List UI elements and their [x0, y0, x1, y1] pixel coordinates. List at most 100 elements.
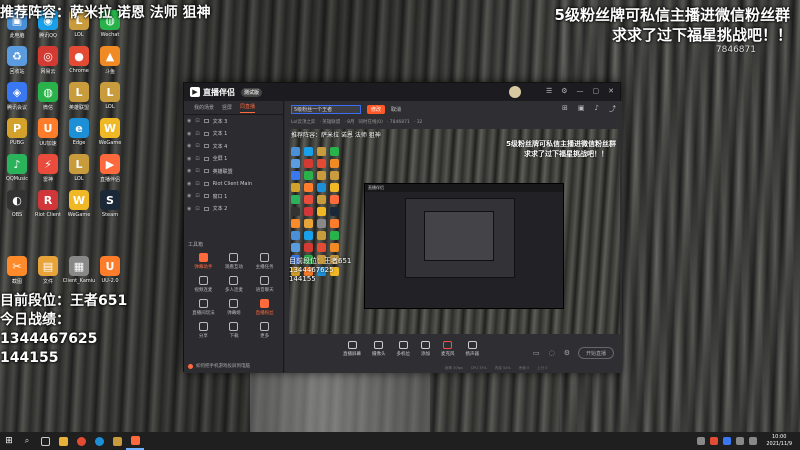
start-live-button[interactable]: 开始直播 [578, 347, 614, 359]
scene-item[interactable]: ◉ ⊡ Riot Client Main [184, 178, 283, 191]
desktop-icon[interactable]: P PUBG [2, 118, 32, 154]
scene-item[interactable]: ◉ ⊡ 英雄联盟 [184, 165, 283, 178]
desktop-icon[interactable]: ♻ 回收站 [2, 46, 32, 82]
control-button[interactable]: 直播屏幕 [343, 341, 361, 357]
desktop-icon[interactable]: ▦ Client_Kamiu [63, 256, 95, 292]
lock-icon[interactable]: ⊡ [195, 181, 199, 187]
tool-button[interactable]: 分享 [188, 322, 219, 339]
gear-icon[interactable]: ⚙ [564, 349, 570, 357]
search-icon[interactable]: ⌕ [18, 432, 36, 450]
stream-info-item[interactable]: · 8月 [344, 119, 354, 125]
desktop-icon[interactable]: W WeGame [64, 190, 94, 226]
tray-app-icon[interactable] [697, 437, 706, 445]
stream-info-item[interactable]: · 32 [414, 120, 423, 125]
maximize-icon[interactable]: ▢ [593, 87, 600, 95]
share-icon[interactable]: ⤴ [609, 104, 616, 114]
scene-item[interactable]: ◉ ⊡ 文本 3 [184, 115, 283, 128]
desktop-icon[interactable]: U UU加速 [33, 118, 63, 154]
desktop-icon[interactable]: U UU-2.0 [95, 256, 125, 292]
scene-item[interactable]: ◉ ⊡ 文本 1 [184, 128, 283, 141]
stream-info-item[interactable]: · 7846871 [387, 120, 410, 125]
desktop-icon[interactable]: ▶ 直播伴侣 [95, 154, 125, 190]
control-button[interactable]: 摄像头 [372, 341, 386, 357]
eye-icon[interactable]: ◉ [187, 156, 191, 162]
streaming-app-taskbar-icon[interactable] [126, 432, 144, 450]
desktop-icon[interactable]: L LOL [64, 154, 94, 190]
tab-vertical[interactable]: 竖屏 [222, 104, 232, 111]
tool-button[interactable]: 主播任务 [249, 253, 280, 270]
control-button[interactable]: 扬声器 [466, 341, 479, 357]
windows-start-icon[interactable]: ⊞ [0, 432, 18, 450]
bell-icon[interactable]: ♪ [595, 104, 599, 114]
eye-icon[interactable]: ◉ [187, 118, 191, 124]
desktop-icon[interactable]: ◍ 微信 [33, 82, 63, 118]
volume-icon[interactable] [749, 437, 758, 445]
control-button[interactable]: 添加 [421, 341, 430, 357]
tray-app-icon-2[interactable] [710, 437, 719, 445]
menu-icon[interactable]: ☰ [546, 87, 552, 95]
desktop-icon[interactable]: ◈ 腾讯会议 [2, 82, 32, 118]
eye-icon[interactable]: ◉ [187, 206, 191, 212]
desktop-icon[interactable]: ✂ 截图 [2, 256, 32, 292]
lock-icon[interactable]: ⊡ [195, 193, 199, 199]
tool-button[interactable]: 语音聊天 [249, 276, 280, 293]
lock-icon[interactable]: ⊡ [195, 156, 199, 162]
eye-icon[interactable]: ◉ [187, 168, 191, 174]
desktop-icon[interactable]: ⚡ 雷神 [33, 154, 63, 190]
desktop-icon[interactable]: L 英雄联盟 [64, 82, 94, 118]
stream-preview[interactable]: 推荐阵容：萨米拉 诺恩 法师 狙神 5级粉丝牌可私信主播进微信粉丝群 求求了过下… [289, 129, 620, 334]
scene-item[interactable]: ◉ ⊡ 全屏 1 [184, 153, 283, 166]
desktop-icon[interactable]: e Edge [64, 118, 94, 154]
tool-button[interactable]: 直播粉丝 [249, 299, 280, 316]
stream-info-item[interactable]: 同时在线(0) [359, 119, 383, 125]
avatar[interactable] [509, 86, 521, 98]
tray-app-icon-3[interactable] [723, 437, 732, 445]
scene-item[interactable]: ◉ ⊡ 窗口 1 [184, 190, 283, 203]
gift-icon[interactable]: ⊞ [562, 104, 568, 114]
stream-info-item[interactable]: Lol云顶之弈 [291, 119, 315, 125]
desktop-icon[interactable]: ♪ QQMusic [2, 154, 32, 190]
tool-button[interactable]: 视频连麦 [188, 276, 219, 293]
tab-same-live[interactable]: 同直播 [240, 103, 256, 113]
tool-button[interactable]: 弹幕姬 [219, 299, 250, 316]
desktop-icon[interactable]: W WeGame [95, 118, 125, 154]
settings-icon[interactable]: ⚙ [561, 87, 567, 95]
stream-title-input[interactable]: 5级粉丝一个王者 [291, 104, 361, 114]
wallet-icon[interactable]: ▣ [578, 104, 585, 114]
scene-item[interactable]: ◉ ⊡ 文本 2 [184, 203, 283, 216]
tool-button[interactable]: 多人连麦 [219, 276, 250, 293]
file-explorer-icon[interactable] [54, 432, 72, 450]
tool-button[interactable]: 更多 [249, 322, 280, 339]
eye-icon[interactable]: ◉ [187, 143, 191, 149]
eye-icon[interactable]: ◉ [187, 193, 191, 199]
edit-title-button[interactable]: 修改 [367, 104, 386, 114]
tab-my-scenes[interactable]: 我的场景 [194, 104, 214, 111]
desktop-icon[interactable]: ▲ 斗鱼 [95, 46, 125, 82]
cancel-button[interactable]: 取消 [391, 106, 401, 113]
desktop-icon[interactable]: S Steam [95, 190, 125, 226]
minimize-icon[interactable]: — [577, 87, 584, 95]
eye-icon[interactable]: ◉ [187, 131, 191, 137]
tool-button[interactable]: 直播间玩法 [188, 299, 219, 316]
clock[interactable]: 10:00 2021/11/9 [766, 434, 792, 448]
camera-icon[interactable]: ▭ [533, 349, 540, 357]
tool-button[interactable]: 弹幕助手 [188, 253, 219, 270]
desktop-icon[interactable]: L LOL [95, 82, 125, 118]
desktop-icon[interactable]: ▤ 文件 [33, 256, 63, 292]
lock-icon[interactable]: ⊡ [195, 143, 199, 149]
lol-taskbar-icon[interactable] [108, 432, 126, 450]
record-icon[interactable]: ◌ [549, 349, 555, 357]
lock-icon[interactable]: ⊡ [195, 131, 199, 137]
eye-icon[interactable]: ◉ [187, 181, 191, 187]
lock-icon[interactable]: ⊡ [195, 206, 199, 212]
stream-info-item[interactable]: · 英雄联盟 [319, 119, 340, 125]
tool-button[interactable]: 观看互动 [219, 253, 250, 270]
desktop-icon[interactable]: ● Chrome [64, 46, 94, 82]
lock-icon[interactable]: ⊡ [195, 118, 199, 124]
tool-button[interactable]: 下载 [219, 322, 250, 339]
task-view-icon[interactable] [36, 432, 54, 450]
footer-tip[interactable]: 如何把手机游戏投屏到电脑 [188, 363, 250, 369]
network-icon[interactable] [736, 437, 745, 445]
edge-icon[interactable] [90, 432, 108, 450]
scene-item[interactable]: ◉ ⊡ 文本 4 [184, 140, 283, 153]
